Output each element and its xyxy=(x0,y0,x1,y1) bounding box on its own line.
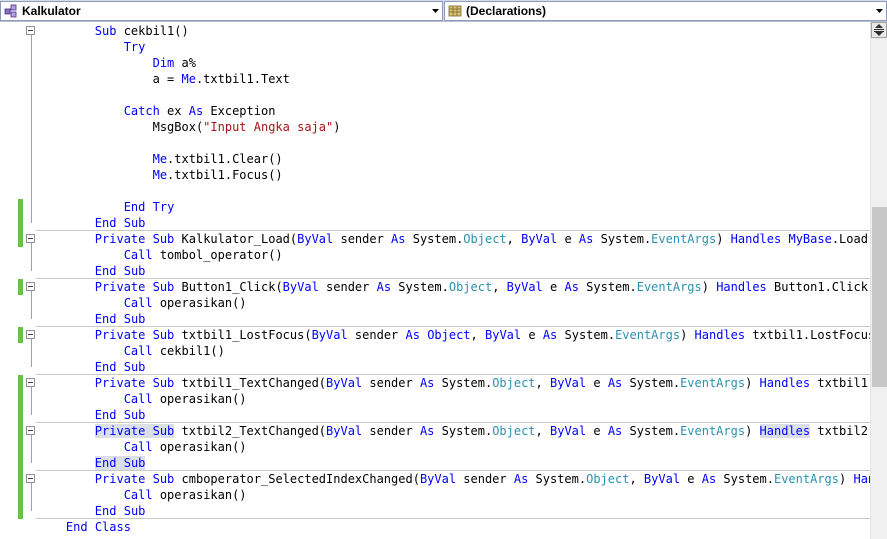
collapse-icon[interactable] xyxy=(26,378,35,387)
change-marker xyxy=(18,391,23,519)
code-line[interactable]: Dim a% xyxy=(37,55,870,71)
declarations-icon xyxy=(448,4,462,18)
class-name-label: Kalkulator xyxy=(22,4,81,18)
code-line[interactable] xyxy=(37,135,870,151)
code-line[interactable]: Private Sub Kalkulator_Load(ByVal sender… xyxy=(37,231,870,247)
change-marker xyxy=(18,327,23,343)
code-line[interactable]: Call operasikan() xyxy=(37,391,870,407)
collapse-icon[interactable] xyxy=(26,234,35,243)
code-line[interactable]: Catch ex As Exception xyxy=(37,103,870,119)
code-line[interactable]: Call cekbil1() xyxy=(37,343,870,359)
code-line[interactable]: End Sub xyxy=(37,215,870,231)
code-line[interactable]: Private Sub cmboperator_SelectedIndexCha… xyxy=(37,471,870,487)
code-line[interactable]: End Sub xyxy=(37,263,870,279)
scrollbar-thumb[interactable] xyxy=(872,207,887,387)
outline-guide xyxy=(31,431,32,463)
code-line[interactable]: Call tombol_operator() xyxy=(37,247,870,263)
code-line[interactable]: End Sub xyxy=(37,359,870,375)
chevron-down-icon[interactable] xyxy=(873,2,886,20)
code-line[interactable]: End Sub xyxy=(37,311,870,327)
indicator-margin xyxy=(0,22,18,539)
chevron-down-icon[interactable] xyxy=(429,2,442,20)
change-marker xyxy=(18,199,23,231)
outline-guide xyxy=(31,479,32,511)
outline-guide xyxy=(31,335,32,367)
code-line[interactable] xyxy=(37,87,870,103)
outline-guide xyxy=(31,287,32,319)
collapse-icon[interactable] xyxy=(26,474,35,483)
member-name-dropdown[interactable]: (Declarations) xyxy=(444,1,887,21)
code-line[interactable]: End Sub xyxy=(37,455,870,471)
change-marker xyxy=(18,279,23,295)
vertical-scrollbar[interactable] xyxy=(870,22,887,539)
outline-guide xyxy=(31,31,32,223)
code-editor[interactable]: Sub cekbil1() Try Dim a% a = Me.txtbil1.… xyxy=(0,22,870,539)
code-line[interactable]: End Try xyxy=(37,199,870,215)
class-icon xyxy=(4,4,18,18)
navigation-bar: Kalkulator (Declarations) xyxy=(0,0,887,22)
code-line[interactable]: Me.txtbil1.Clear() xyxy=(37,151,870,167)
code-line[interactable] xyxy=(37,183,870,199)
outline-guide xyxy=(31,239,32,271)
code-line[interactable]: End Class xyxy=(37,519,870,535)
code-line[interactable]: Try xyxy=(37,39,870,55)
code-line[interactable]: Private Sub txtbil1_TextChanged(ByVal se… xyxy=(37,375,870,391)
collapse-icon[interactable] xyxy=(26,330,35,339)
code-line[interactable]: MsgBox("Input Angka saja") xyxy=(37,119,870,135)
collapse-icon[interactable] xyxy=(26,426,35,435)
change-marker xyxy=(18,375,23,391)
code-line[interactable]: a = Me.txtbil1.Text xyxy=(37,71,870,87)
collapse-icon[interactable] xyxy=(26,282,35,291)
split-window-icon[interactable] xyxy=(871,22,887,38)
code-line[interactable]: Call operasikan() xyxy=(37,439,870,455)
code-line[interactable]: Sub cekbil1() xyxy=(37,23,870,39)
collapse-icon[interactable] xyxy=(26,26,35,35)
code-text[interactable]: Sub cekbil1() Try Dim a% a = Me.txtbil1.… xyxy=(37,23,870,535)
code-line[interactable]: End Sub xyxy=(37,503,870,519)
code-line[interactable]: Call operasikan() xyxy=(37,487,870,503)
code-line[interactable]: Private Sub txtbil1_LostFocus(ByVal send… xyxy=(37,327,870,343)
code-line[interactable]: Me.txtbil1.Focus() xyxy=(37,167,870,183)
outline-guide xyxy=(31,383,32,415)
code-line[interactable]: Call operasikan() xyxy=(37,295,870,311)
code-line[interactable]: Private Sub Button1_Click(ByVal sender A… xyxy=(37,279,870,295)
class-name-dropdown[interactable]: Kalkulator xyxy=(0,1,443,21)
code-line[interactable]: Private Sub txtbil2_TextChanged(ByVal se… xyxy=(37,423,870,439)
member-name-label: (Declarations) xyxy=(466,4,547,18)
change-marker xyxy=(18,231,23,247)
code-line[interactable]: End Sub xyxy=(37,407,870,423)
